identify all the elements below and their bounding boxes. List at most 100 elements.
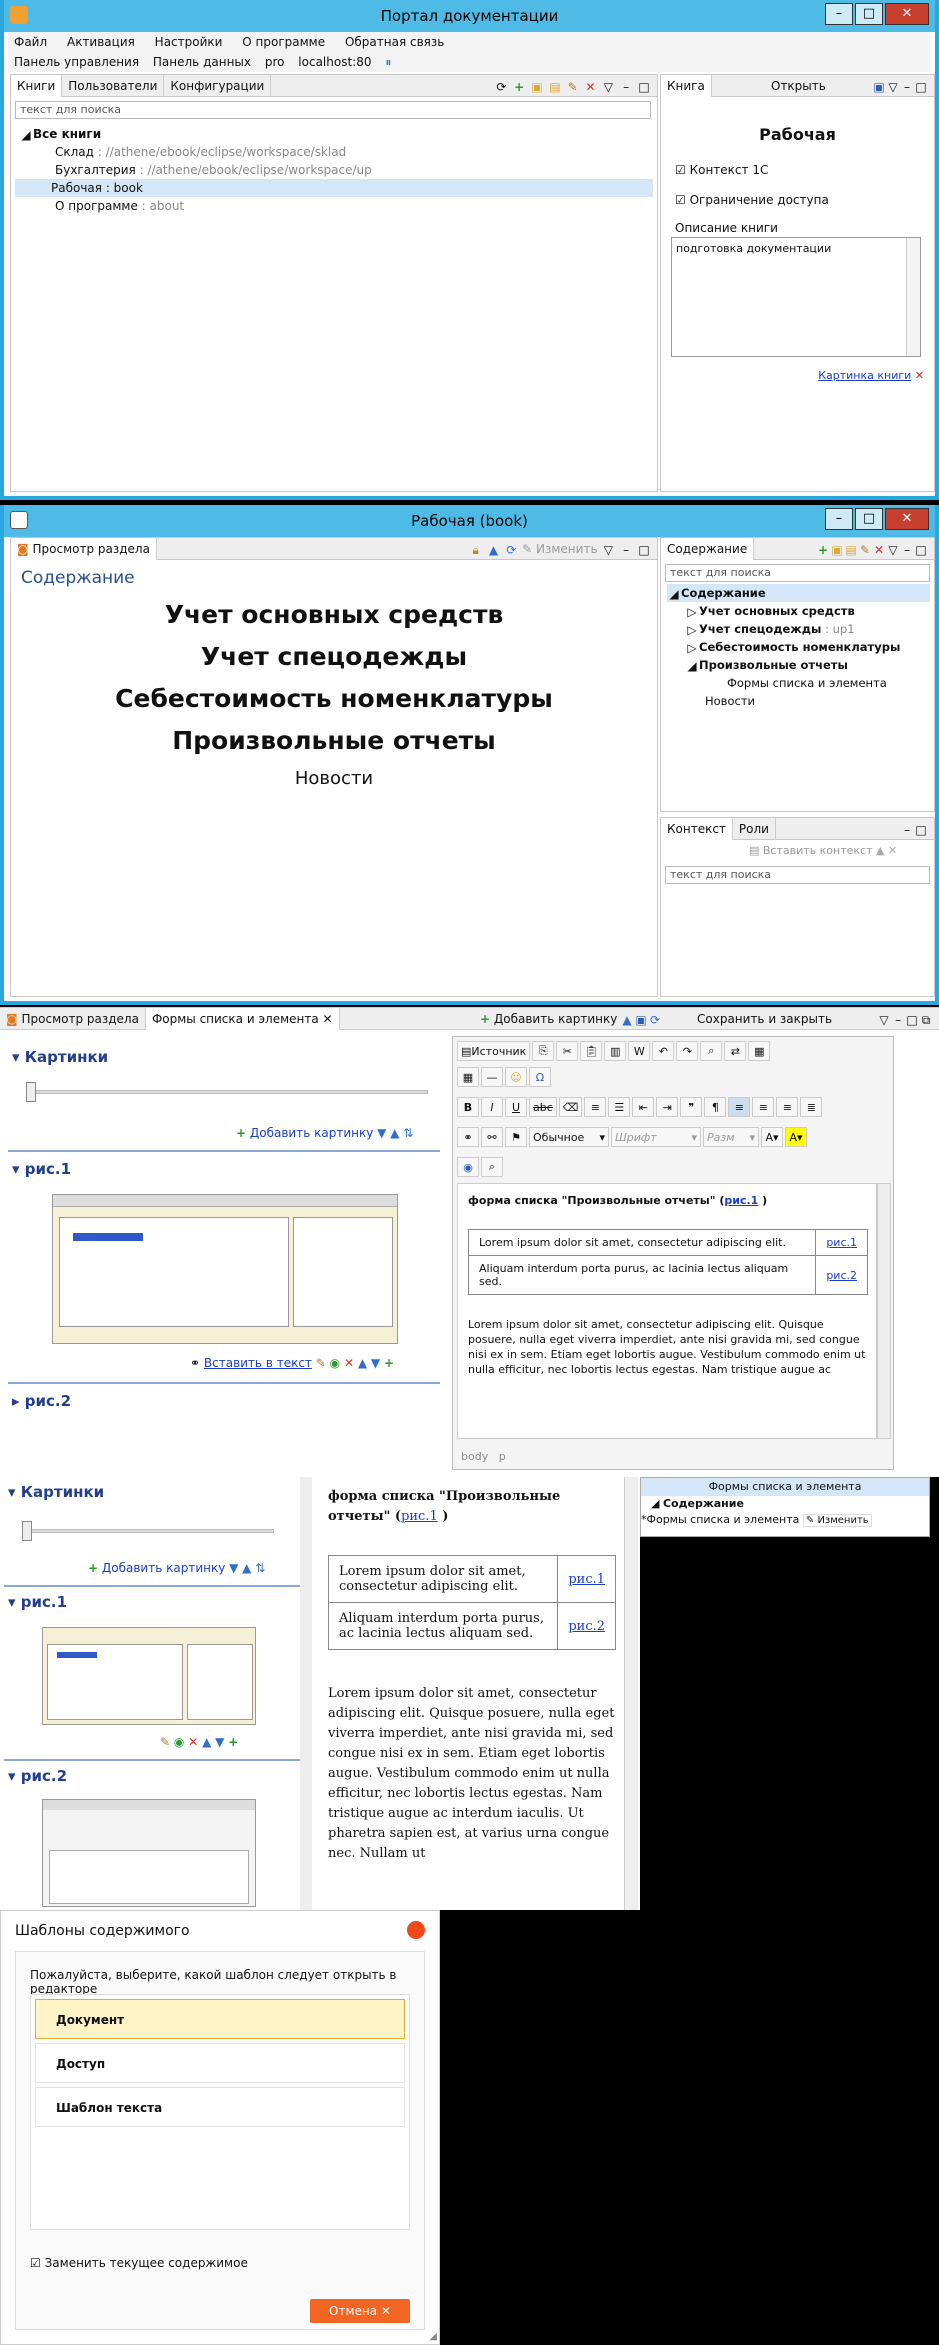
replace-icon[interactable]: ⇄	[724, 1041, 747, 1061]
maximize-pane-icon[interactable]: □	[905, 1013, 919, 1027]
contents-search-input[interactable]: текст для поиска	[665, 564, 930, 582]
resize-grip-icon[interactable]: ◢	[429, 2331, 437, 2342]
italic-button[interactable]: I	[481, 1097, 503, 1117]
bg-color-icon[interactable]: A▾	[785, 1127, 807, 1147]
data-panel-button[interactable]: Панель данных	[153, 55, 251, 69]
justify-icon[interactable]: ≣	[800, 1097, 823, 1117]
menu-settings[interactable]: Настройки	[155, 35, 223, 49]
pro-button[interactable]: pro	[265, 55, 285, 69]
tree-item[interactable]: Бухгалтерия : //athene/ebook/eclipse/wor…	[19, 161, 653, 179]
tree-item[interactable]: Склад : //athene/ebook/eclipse/workspace…	[19, 143, 653, 161]
folder-add-icon[interactable]: ▣	[530, 80, 544, 94]
align-right-icon[interactable]: ≡	[776, 1097, 799, 1117]
tab-section-view[interactable]: ◙ Просмотр раздела	[0, 1008, 146, 1030]
menu-file[interactable]: Файл	[14, 35, 47, 49]
insert-in-text-link[interactable]: Вставить в текст	[204, 1356, 312, 1370]
pictures-section-header[interactable]: ▾ Картинки	[8, 1483, 104, 1501]
folder-add-icon[interactable]: ▣	[830, 543, 844, 557]
delete-icon[interactable]: ✕	[872, 543, 886, 557]
lock-icon[interactable]: 🔒︎	[469, 543, 483, 557]
zoom-slider[interactable]	[28, 1090, 428, 1094]
checkbox-checked-icon[interactable]: ☑	[30, 2256, 41, 2270]
tree-item[interactable]: ▷ Себестоимость номенклатуры	[667, 638, 930, 656]
control-panel-button[interactable]: Панель управления	[14, 55, 139, 69]
zoom-slider[interactable]	[24, 1529, 274, 1533]
replace-content-checkbox[interactable]: ☑ Заменить текущее содержимое	[30, 2256, 248, 2270]
context-1c-checkbox[interactable]: ☑ Контекст 1С	[675, 163, 768, 177]
show-blocks-icon[interactable]: ⌕	[481, 1157, 503, 1177]
pictures-section-header[interactable]: ▾ Картинки	[12, 1048, 108, 1066]
editor-content[interactable]: форма списка "Произвольные отчеты" (рис.…	[457, 1183, 877, 1439]
maximize-pane-icon[interactable]: □	[914, 80, 928, 94]
toc-item[interactable]: Себестоимость номенклатуры	[11, 684, 657, 713]
view-menu-icon[interactable]: ▽	[877, 1013, 891, 1027]
tree-root[interactable]: ◢ Все книги	[19, 125, 653, 143]
paste-text-icon[interactable]: ▥	[604, 1041, 627, 1061]
context-search-input[interactable]: текст для поиска	[665, 866, 930, 884]
indent-icon[interactable]: ⇥	[656, 1097, 679, 1117]
view-menu-icon[interactable]: ▽	[601, 543, 615, 557]
folder-import-icon[interactable]: ▤	[548, 80, 562, 94]
open-button[interactable]: Открыть	[771, 75, 826, 97]
strike-button[interactable]: abc	[529, 1097, 557, 1117]
up-arrow-icon[interactable]: ▲	[620, 1013, 634, 1027]
tree-root-selected[interactable]: ◢ Содержание	[667, 584, 930, 602]
redo-icon[interactable]: ↷	[676, 1041, 699, 1061]
tab-section-view[interactable]: ◙ Просмотр раздела	[11, 538, 157, 560]
bold-button[interactable]: B	[457, 1097, 479, 1117]
delete-icon[interactable]: ✕	[344, 1356, 354, 1370]
tab-books[interactable]: Книги	[11, 75, 63, 97]
delete-icon[interactable]: ✕	[584, 80, 598, 94]
omega-icon[interactable]: Ω	[529, 1067, 551, 1087]
tab-users[interactable]: Пользователи	[62, 75, 165, 97]
maximize-pane-icon[interactable]: □	[637, 80, 651, 94]
description-textarea[interactable]: подготовка документации	[671, 237, 921, 357]
table-icon[interactable]: ▦	[457, 1067, 479, 1087]
quote-icon[interactable]: ❞	[680, 1097, 703, 1117]
hr-icon[interactable]: —	[481, 1067, 503, 1087]
fig1-thumbnail[interactable]	[52, 1194, 398, 1344]
maximize-pane-icon[interactable]: □	[914, 543, 928, 557]
zoom-slider-handle[interactable]	[22, 1521, 32, 1541]
minimize-pane-icon[interactable]: –	[619, 80, 633, 94]
menu-activation[interactable]: Активация	[67, 35, 135, 49]
tab-book[interactable]: Книга	[661, 75, 712, 97]
checkbox-checked-icon[interactable]: ☑	[675, 163, 686, 177]
anchor-icon[interactable]: ⚑	[505, 1127, 527, 1147]
toc-item[interactable]: Произвольные отчеты	[11, 726, 657, 755]
paste-word-icon[interactable]: W	[628, 1041, 651, 1061]
maximize-button[interactable]: □	[855, 3, 883, 25]
view-menu-icon[interactable]: ▽	[886, 543, 900, 557]
save-icon[interactable]: ▣	[634, 1013, 648, 1027]
save-icon[interactable]: ▣	[872, 80, 886, 94]
size-select[interactable]: Разм ▾	[703, 1127, 759, 1147]
tab-roles[interactable]: Роли	[733, 818, 776, 840]
up-arrow-icon[interactable]: ▲	[202, 1735, 211, 1749]
tab-forms[interactable]: Формы списка и элемента ✕	[145, 1008, 340, 1030]
smiley-icon[interactable]: ☺	[505, 1067, 527, 1087]
tree-item[interactable]: Формы списка и элемента	[667, 674, 930, 692]
edit-icon[interactable]: ✎	[566, 80, 580, 94]
template-item-text[interactable]: Шаблон текста	[35, 2087, 405, 2127]
folder-import-icon[interactable]: ▤	[844, 543, 858, 557]
copy-icon[interactable]: ⎘	[532, 1041, 555, 1061]
source-button[interactable]: ▤ Источник	[457, 1041, 531, 1061]
add-picture-button[interactable]: + Добавить картинку ▼ ▲ ⇅	[88, 1561, 265, 1575]
template-item-access[interactable]: Доступ	[35, 2043, 405, 2083]
maximize-pane-icon[interactable]: □	[914, 823, 928, 837]
add-icon[interactable]: +	[512, 80, 526, 94]
div-icon[interactable]: ¶	[704, 1097, 727, 1117]
scrollbar[interactable]	[906, 238, 920, 356]
link-icon[interactable]: ⚭	[457, 1127, 479, 1147]
globe-icon[interactable]: ◉	[174, 1735, 184, 1749]
format-select[interactable]: Обычное ▾	[529, 1127, 609, 1147]
refresh-icon[interactable]: ⟳	[494, 80, 508, 94]
refresh-icon[interactable]: ⟳	[648, 1013, 662, 1027]
underline-button[interactable]: U	[505, 1097, 527, 1117]
save-close-button[interactable]: Сохранить и закрыть	[697, 1008, 832, 1030]
link-icon[interactable]: ⚭	[190, 1356, 200, 1370]
cut-icon[interactable]: ✂	[556, 1041, 579, 1061]
insert-context-button[interactable]: ▤ Вставить контекст ▲ ✕	[749, 844, 897, 857]
fig2-thumbnail[interactable]	[42, 1799, 256, 1907]
text-color-icon[interactable]: A▾	[761, 1127, 783, 1147]
